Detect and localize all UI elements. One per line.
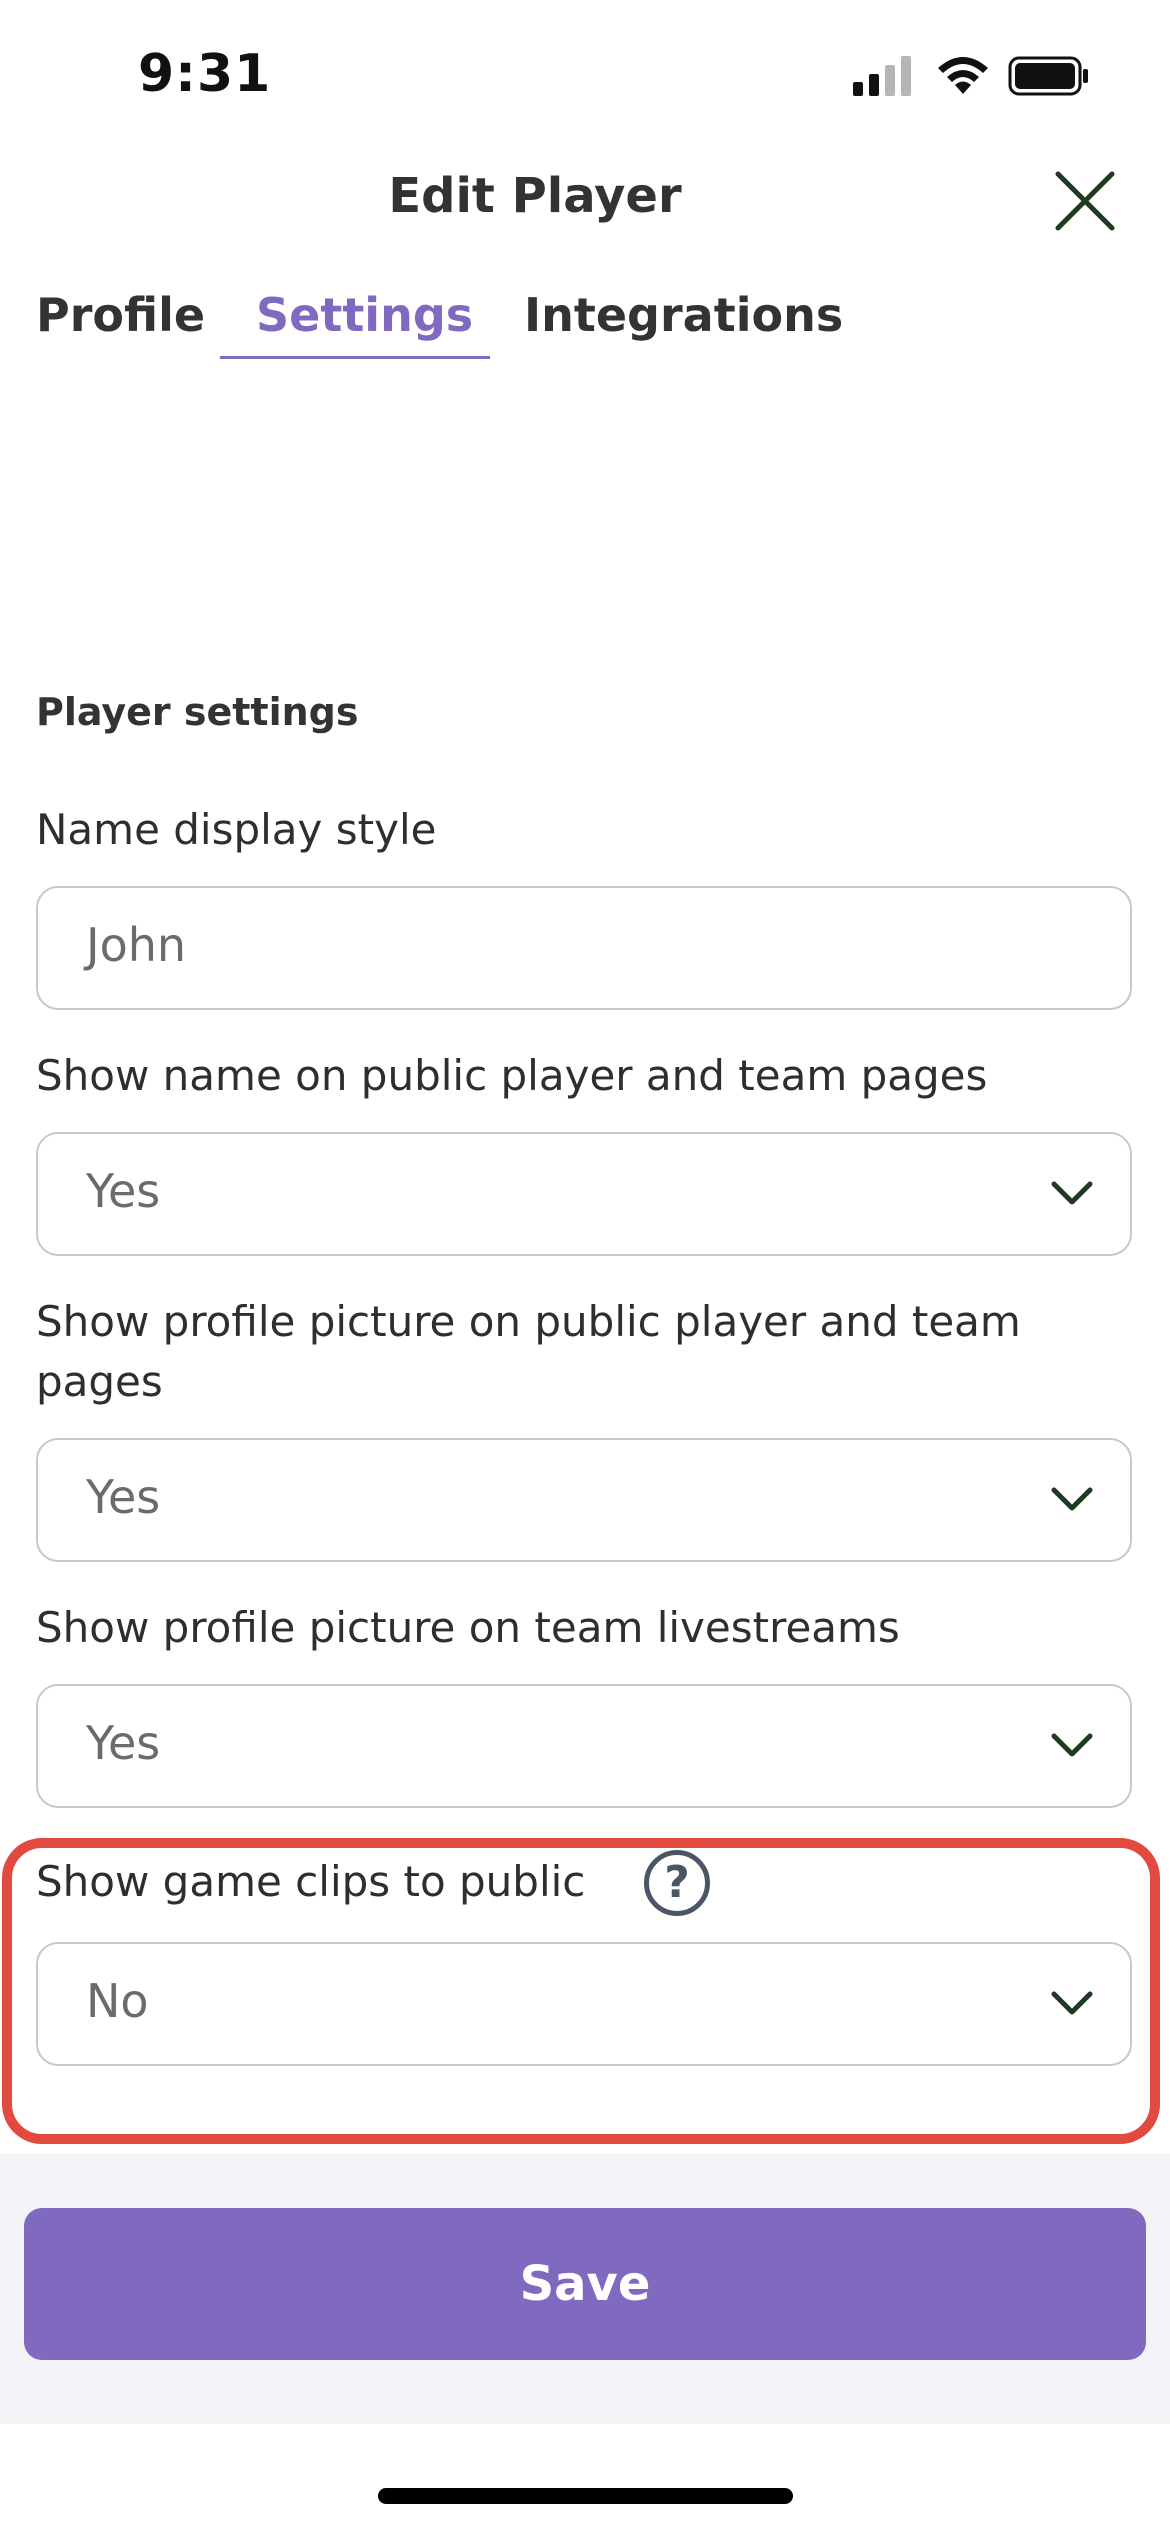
show-game-clips-value: No <box>86 1974 149 2028</box>
tab-bar: Profile Settings Integrations <box>0 280 1170 360</box>
show-profile-picture-livestreams-select[interactable]: Yes <box>36 1684 1132 1808</box>
show-name-value: Yes <box>86 1164 161 1218</box>
name-display-style-label: Name display style <box>36 805 437 854</box>
show-game-clips-select[interactable]: No <box>36 1942 1132 2066</box>
show-profile-picture-public-value: Yes <box>86 1470 161 1524</box>
chevron-down-icon <box>1051 1991 1093 2015</box>
active-tab-indicator <box>220 356 490 359</box>
chevron-down-icon <box>1051 1733 1093 1757</box>
show-name-label: Show name on public player and team page… <box>36 1051 988 1100</box>
tab-profile[interactable]: Profile <box>36 288 205 342</box>
show-profile-picture-livestreams-label: Show profile picture on team livestreams <box>36 1603 900 1652</box>
status-time: 9:31 <box>138 44 272 104</box>
chevron-down-icon <box>1051 1487 1093 1511</box>
chevron-down-icon <box>1051 1181 1093 1205</box>
home-indicator[interactable] <box>378 2488 793 2504</box>
name-display-style-input[interactable]: John <box>36 886 1132 1010</box>
section-title: Player settings <box>36 690 359 734</box>
help-icon[interactable]: ? <box>644 1850 710 1916</box>
show-name-select[interactable]: Yes <box>36 1132 1132 1256</box>
cellular-signal-icon <box>853 56 911 96</box>
show-game-clips-label: Show game clips to public <box>36 1857 586 1906</box>
tab-settings[interactable]: Settings <box>256 288 473 342</box>
save-button[interactable]: Save <box>24 2208 1146 2360</box>
tab-integrations[interactable]: Integrations <box>524 288 843 342</box>
status-bar: 9:31 <box>0 0 1170 150</box>
show-profile-picture-livestreams-value: Yes <box>86 1716 161 1770</box>
show-profile-picture-public-label-line2: pages <box>36 1357 163 1406</box>
name-display-style-placeholder: John <box>86 918 187 972</box>
battery-icon <box>1008 56 1088 96</box>
wifi-icon <box>938 57 988 94</box>
footer: Save <box>0 2154 1170 2424</box>
page-title: Edit Player <box>388 168 682 224</box>
close-icon[interactable] <box>1050 166 1120 236</box>
show-profile-picture-public-select[interactable]: Yes <box>36 1438 1132 1562</box>
show-profile-picture-public-label-line1: Show profile picture on public player an… <box>36 1297 1021 1346</box>
